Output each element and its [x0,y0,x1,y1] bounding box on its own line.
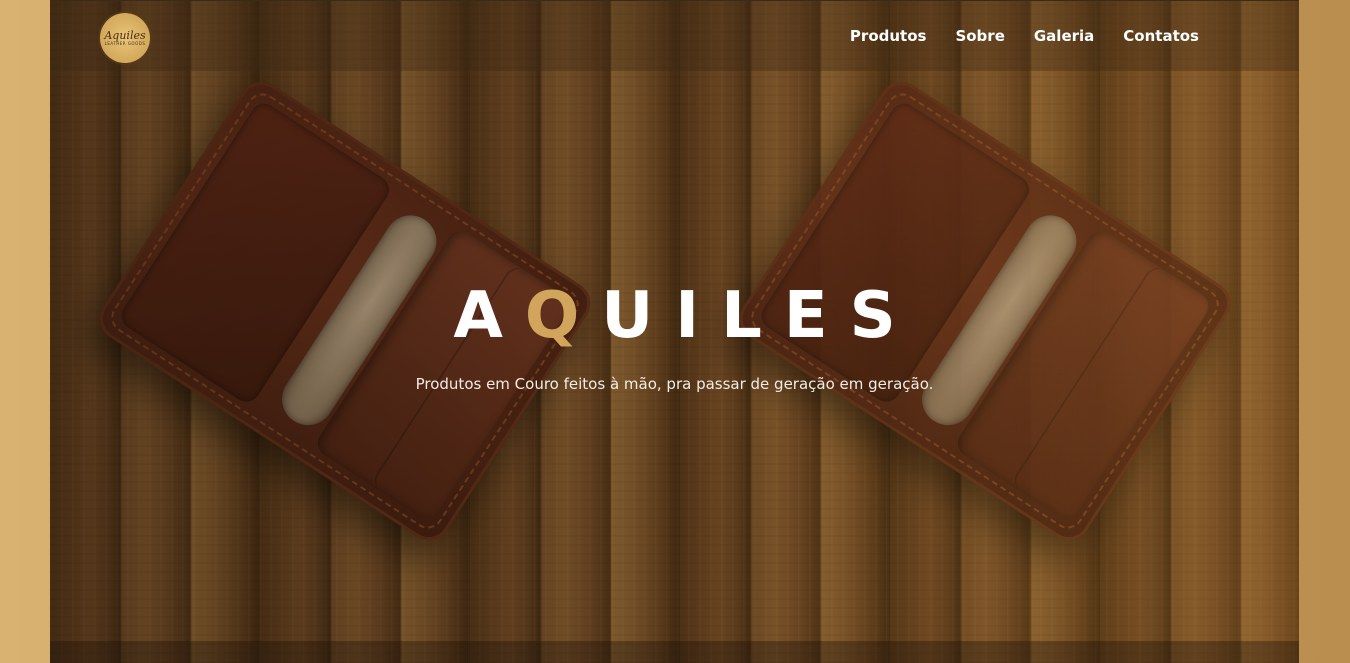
hero-title-end: UILES [601,279,918,353]
main-nav: Produtos Sobre Galeria Contatos [850,27,1199,45]
logo-wordmark: Aquiles [104,29,146,42]
nav-link-sobre[interactable]: Sobre [955,27,1004,45]
hero-title: AQUILES [50,279,1299,353]
logo-tagline: LEATHER GOODS [104,41,146,46]
nav-link-produtos[interactable]: Produtos [850,27,927,45]
nav-link-contatos[interactable]: Contatos [1123,27,1199,45]
hero-title-accent-letter: Q [524,279,602,353]
hero-section: Aquiles LEATHER GOODS Produtos Sobre Gal… [50,0,1299,663]
brand-logo[interactable]: Aquiles LEATHER GOODS [100,13,150,63]
nav-link-galeria[interactable]: Galeria [1034,27,1094,45]
hero-subtitle: Produtos em Couro feitos à mão, pra pass… [415,375,934,393]
top-navbar: Aquiles LEATHER GOODS Produtos Sobre Gal… [50,1,1299,71]
hero-title-start: A [453,279,525,353]
